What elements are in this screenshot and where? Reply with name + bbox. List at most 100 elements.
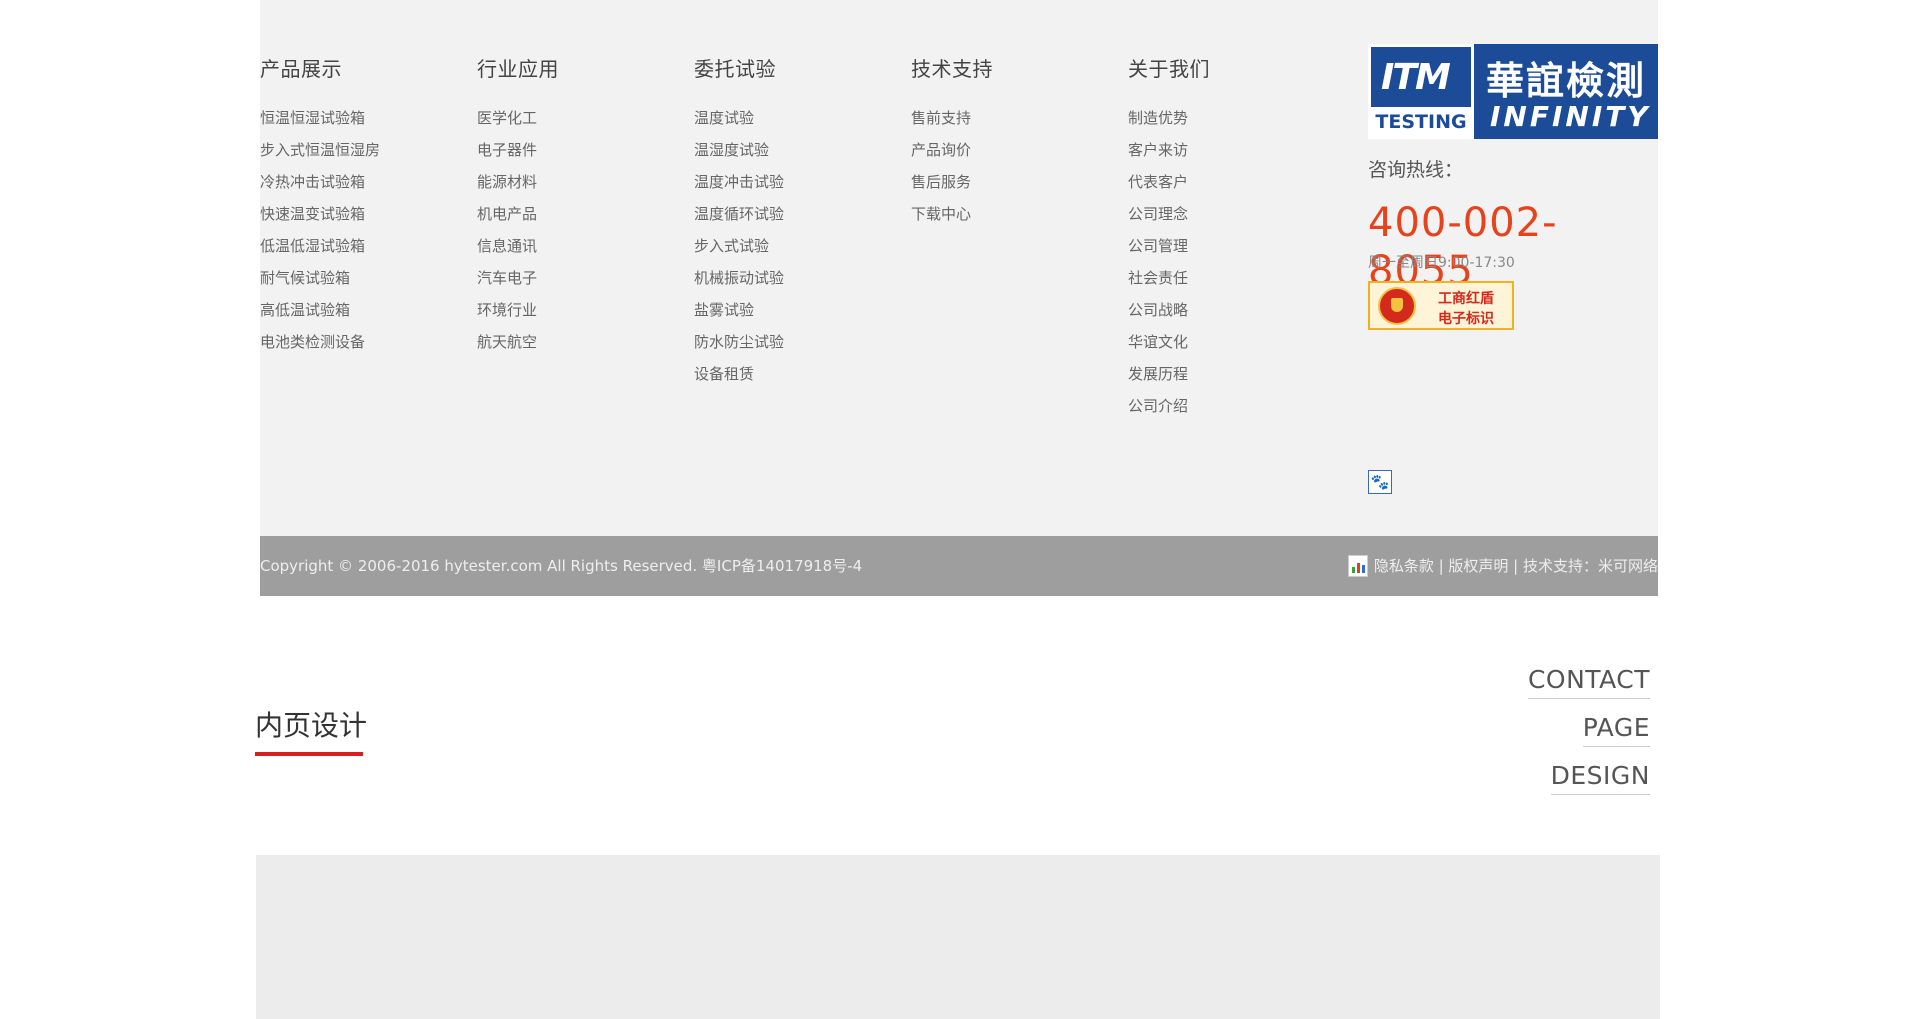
baidu-paw-icon[interactable]: 🐾 [1368,470,1392,494]
list-item[interactable]: 下载中心 [911,198,993,230]
list-item[interactable]: 公司战略 [1128,294,1210,326]
list-item[interactable]: 高低温试验箱 [260,294,380,326]
list-item[interactable]: 温度试验 [694,102,784,134]
footer-link[interactable]: 华谊文化 [1128,333,1188,351]
logo-english-name: INFINITY [1490,100,1651,133]
list-item[interactable]: 客户来访 [1128,134,1210,166]
footer-link[interactable]: 温度试验 [694,109,754,127]
footer-link[interactable]: 温湿度试验 [694,141,769,159]
list-item[interactable]: 快速温变试验箱 [260,198,380,230]
list-item[interactable]: 公司理念 [1128,198,1210,230]
list-item[interactable]: 设备租赁 [694,358,784,390]
list-item[interactable]: 温度循环试验 [694,198,784,230]
footer-link[interactable]: 客户来访 [1128,141,1188,159]
hotline-label: 咨询热线： [1368,159,1464,181]
list-item[interactable]: 电子器件 [477,134,559,166]
policy-links[interactable]: 隐私条款 | 版权声明 | 技术支持：米可网络 [1374,557,1658,575]
footer-link[interactable]: 盐雾试验 [694,301,754,319]
list-item[interactable]: 信息通讯 [477,230,559,262]
company-logo[interactable]: ITM TESTING 華誼檢測 INFINITY [1368,44,1658,139]
footer-link[interactable]: 电子器件 [477,141,537,159]
copyright-bar: Copyright © 2006-2016 hytester.com All R… [260,536,1658,596]
link-list: 温度试验 温湿度试验 温度冲击试验 温度循环试验 步入式试验 机械振动试验 盐雾… [694,102,784,390]
footer-link[interactable]: 公司管理 [1128,237,1188,255]
footer-link[interactable]: 公司理念 [1128,205,1188,223]
footer-link[interactable]: 高低温试验箱 [260,301,350,319]
list-item[interactable]: 社会责任 [1128,262,1210,294]
footer-link[interactable]: 温度冲击试验 [694,173,784,191]
list-item[interactable]: 汽车电子 [477,262,559,294]
list-item[interactable]: 能源材料 [477,166,559,198]
footer-link[interactable]: 恒温恒湿试验箱 [260,109,365,127]
logo-testing-text: TESTING [1371,107,1471,137]
badge-line-2: 电子标识 [1438,311,1494,327]
footer-link[interactable]: 步入式恒温恒湿房 [260,141,380,159]
list-item[interactable]: 机械振动试验 [694,262,784,294]
footer-link[interactable]: 机械振动试验 [694,269,784,287]
list-item[interactable]: 售后服务 [911,166,993,198]
footer-link[interactable]: 制造优势 [1128,109,1188,127]
list-item[interactable]: 代表客户 [1128,166,1210,198]
footer-link[interactable]: 冷热冲击试验箱 [260,173,365,191]
list-item[interactable]: 温度冲击试验 [694,166,784,198]
red-shield-badge[interactable]: 工商红盾 电子标识 [1368,281,1514,330]
section-en-line-page: PAGE [1582,712,1650,747]
footer-link[interactable]: 售前支持 [911,109,971,127]
footer-link[interactable]: 汽车电子 [477,269,537,287]
footer-link[interactable]: 产品询价 [911,141,971,159]
hotline-phone: 400-002-8055 [1368,200,1558,294]
content-placeholder-block [256,855,1660,1019]
footer-link[interactable]: 环境行业 [477,301,537,319]
footer-link[interactable]: 公司战略 [1128,301,1188,319]
footer-link[interactable]: 发展历程 [1128,365,1188,383]
footer-link[interactable]: 公司介绍 [1128,397,1188,415]
list-item[interactable]: 机电产品 [477,198,559,230]
footer-link[interactable]: 下载中心 [911,205,971,223]
footer-link[interactable]: 航天航空 [477,333,537,351]
list-item[interactable]: 发展历程 [1128,358,1210,390]
list-item[interactable]: 耐气候试验箱 [260,262,380,294]
footer-link[interactable]: 耐气候试验箱 [260,269,350,287]
emblem-icon [1378,287,1416,325]
stats-icon[interactable] [1347,554,1368,577]
list-item[interactable]: 华谊文化 [1128,326,1210,358]
footer-link[interactable]: 机电产品 [477,205,537,223]
list-item[interactable]: 环境行业 [477,294,559,326]
link-list: 售前支持 产品询价 售后服务 下载中心 [911,102,993,230]
footer-link[interactable]: 快速温变试验箱 [260,205,365,223]
list-item[interactable]: 公司管理 [1128,230,1210,262]
footer-link[interactable]: 社会责任 [1128,269,1188,287]
footer-link[interactable]: 步入式试验 [694,237,769,255]
footer-link[interactable]: 医学化工 [477,109,537,127]
list-item[interactable]: 防水防尘试验 [694,326,784,358]
list-item[interactable]: 航天航空 [477,326,559,358]
footer-link[interactable]: 信息通讯 [477,237,537,255]
footer-link[interactable]: 售后服务 [911,173,971,191]
badge-line-1: 工商红盾 [1438,291,1494,307]
footer-link[interactable]: 代表客户 [1128,173,1188,191]
list-item[interactable]: 恒温恒湿试验箱 [260,102,380,134]
list-item[interactable]: 医学化工 [477,102,559,134]
list-item[interactable]: 步入式试验 [694,230,784,262]
list-item[interactable]: 制造优势 [1128,102,1210,134]
service-hours: 周一至周日9:00-17:30 [1368,255,1515,271]
footer-link[interactable]: 低温低湿试验箱 [260,237,365,255]
list-item[interactable]: 盐雾试验 [694,294,784,326]
footer-link[interactable]: 电池类检测设备 [260,333,365,351]
section-title-underline [255,752,363,756]
list-item[interactable]: 低温低湿试验箱 [260,230,380,262]
footer-link[interactable]: 设备租赁 [694,365,754,383]
footer-column-about: 关于我们 制造优势 客户来访 代表客户 公司理念 公司管理 社会责任 公司战略 … [1128,56,1210,422]
footer-link[interactable]: 温度循环试验 [694,205,784,223]
list-item[interactable]: 电池类检测设备 [260,326,380,358]
section-en-line-contact: CONTACT [1527,664,1650,699]
list-item[interactable]: 冷热冲击试验箱 [260,166,380,198]
contact-block: ITM TESTING 華誼檢測 INFINITY 咨询热线： 400-002-… [1368,44,1658,330]
footer-link[interactable]: 防水防尘试验 [694,333,784,351]
list-item[interactable]: 步入式恒温恒湿房 [260,134,380,166]
list-item[interactable]: 公司介绍 [1128,390,1210,422]
list-item[interactable]: 产品询价 [911,134,993,166]
list-item[interactable]: 售前支持 [911,102,993,134]
list-item[interactable]: 温湿度试验 [694,134,784,166]
footer-link[interactable]: 能源材料 [477,173,537,191]
